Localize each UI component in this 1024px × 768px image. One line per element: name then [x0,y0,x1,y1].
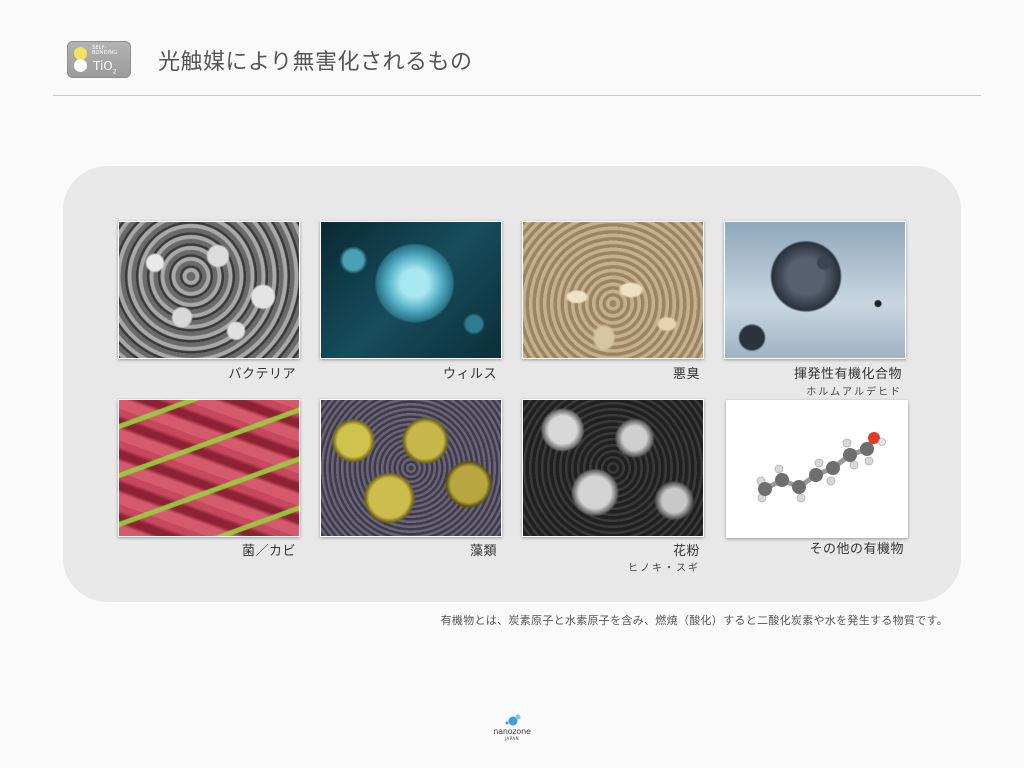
caption-virus: ウィルス [442,367,497,382]
odor-image [522,221,704,359]
bacteria-image [118,221,300,359]
molecule-icon [756,432,886,503]
virus-image [320,221,502,359]
page-title: 光触媒により無害化されるもの [158,50,473,75]
pollen-image [522,399,704,537]
footnote: 有機物とは、炭素原子と水素原子を含み、燃焼（酸化）すると二酸化炭素や水を発生する… [440,614,948,627]
logo-small-text: SELF- BONDING [92,45,118,56]
subcaption-pollen: ヒノキ・スギ [628,563,700,574]
caption-fungi: 菌／カビ [241,544,296,559]
caption-bacteria: バクテリア [228,367,296,382]
voc-image [724,221,906,359]
organic-molecule-image [726,400,908,538]
caption-pollen: 花粉 [672,544,700,559]
header-divider [53,95,981,96]
brand-wordmark: nanozone [493,727,531,736]
caption-algae: 藻類 [469,544,497,559]
tio2-logo: SELF- BONDING TiO2 [67,41,131,78]
subcaption-voc: ホルムアルデヒド [806,387,902,398]
nanozone-logo: nanozone JAPAN [487,713,537,745]
fungi-image [118,399,300,537]
algae-image [320,399,502,537]
caption-organic: その他の有機物 [809,542,904,557]
caption-voc: 揮発性有機化合物 [793,367,902,382]
brand-subtext: JAPAN [504,736,520,741]
caption-odor: 悪臭 [672,367,700,382]
bubbles-icon [505,714,521,726]
logo-white-dot [74,59,87,72]
logo-main-text: TiO2 [93,59,117,76]
